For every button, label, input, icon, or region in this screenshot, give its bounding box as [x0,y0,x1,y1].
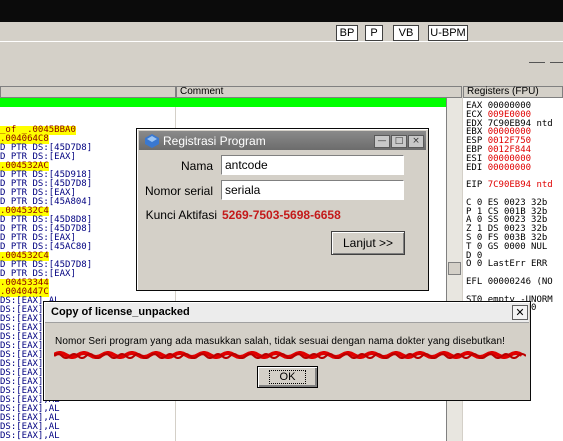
window-titlebar [0,0,563,22]
ok-label: OK [268,370,307,384]
registrasi-title: Registrasi Program [163,134,266,148]
disasm-line[interactable]: DS:[EAX],AL [0,432,60,441]
register-row[interactable]: O 0 LastErr ERR [466,260,547,269]
serial-label: Nomor serial [144,184,213,198]
registrasi-dialog: Registrasi Program — □ × Nama antcode No… [136,128,429,291]
p-button[interactable]: P [365,25,383,41]
close-icon[interactable]: ✕ [512,305,528,320]
toolbar-top: BP P VB U-BPM [0,22,563,63]
vb-button[interactable]: VB [393,25,419,41]
minimize-button[interactable]: — [374,135,390,148]
u-bpm-button[interactable]: U-BPM [428,25,468,41]
serial-field[interactable]: seriala [221,180,404,200]
toolbar-letters: > L E M T W H C P K B R ... S ? A [0,42,563,102]
registers-header: Registers (FPU) [463,86,563,98]
disasm-header [0,86,176,98]
message-box: Copy of license_unpacked ✕ Nomor Seri pr… [43,301,531,401]
panel-separator [0,78,563,86]
error-message: Nomor Seri program yang ada masukkan sal… [55,336,506,347]
maximize-button[interactable]: □ [391,135,407,148]
nama-field[interactable]: antcode [221,155,404,175]
comment-header: Comment [176,86,462,98]
register-value: 7C90EB94 ntd [487,180,553,191]
register-row[interactable]: EIP 7C90EB94 ntd [466,181,553,190]
register-value: LastErr ERR [487,259,548,270]
registrasi-titlebar[interactable]: Registrasi Program — □ × [139,131,426,150]
kunci-label: Kunci Aktifasi [145,208,217,222]
register-value: 00000246 (NO [487,277,553,287]
register-value: GS 0000 NUL [487,241,548,252]
current-line-highlight [0,98,446,107]
app-icon [145,134,159,148]
message-box-title: Copy of license_unpacked [51,306,190,318]
lanjut-button[interactable]: Lanjut >> [331,231,405,255]
nama-label: Nama [180,159,213,173]
register-value: 00000000 [487,162,532,173]
register-row[interactable]: EDI 00000000 [466,162,532,173]
bp-button[interactable]: BP [336,25,358,41]
register-row[interactable]: EFL 00000246 (NO [466,278,553,287]
ok-button[interactable]: OK [257,366,318,388]
redaction-scribble [54,351,526,359]
activation-key: 5269-7503-5698-6658 [222,208,341,222]
close-button[interactable]: × [408,135,424,148]
scroll-thumb[interactable] [448,262,461,275]
message-box-titlebar[interactable]: Copy of license_unpacked ✕ [45,303,529,323]
